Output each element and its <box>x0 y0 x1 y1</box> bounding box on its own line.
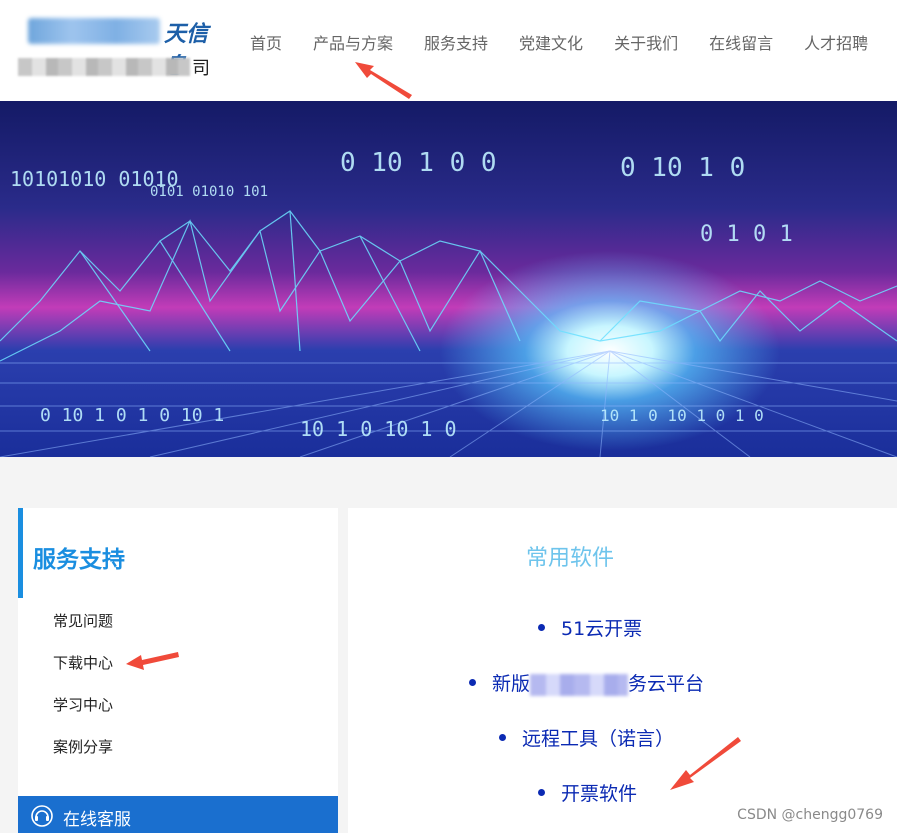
main-nav: 首页 产品与方案 服务支持 党建文化 关于我们 在线留言 人才招聘 <box>250 30 897 54</box>
logo-blurred-text <box>28 18 160 44</box>
online-customer-service-button[interactable]: 在线客服 <box>18 796 338 833</box>
bullet-icon <box>538 789 545 796</box>
download-link-suffix: 务云平台 <box>628 673 705 695</box>
service-sidebar: 服务支持 常见问题 下载中心 学习中心 案例分享 在线客服 <box>18 508 338 833</box>
svg-text:0 10 1 0: 0 10 1 0 <box>620 153 745 183</box>
download-link-remote-tool[interactable]: 远程工具（诺言） <box>499 724 674 751</box>
sidebar-item-learning[interactable]: 学习中心 <box>53 694 113 715</box>
bullet-icon <box>469 679 476 686</box>
sidebar-accent-bar <box>18 508 23 598</box>
svg-text:0 10 1 0 1 0 10 1: 0 10 1 0 1 0 10 1 <box>40 405 224 426</box>
logo-blurred-subtext <box>18 58 190 76</box>
blurred-text <box>530 673 629 696</box>
hero-banner: 10101010 01010 0 10 1 0 0 0 10 1 0 0101 … <box>0 101 897 457</box>
site-header: 天信息 司 首页 产品与方案 服务支持 党建文化 关于我们 在线留言 人才招聘 <box>0 0 897 101</box>
sidebar-item-cases[interactable]: 案例分享 <box>53 736 113 757</box>
bullet-icon <box>538 624 545 631</box>
headset-icon <box>31 805 53 827</box>
svg-text:0101 01010 101: 0101 01010 101 <box>150 184 268 200</box>
nav-about-us[interactable]: 关于我们 <box>614 30 678 54</box>
customer-service-label: 在线客服 <box>63 810 131 830</box>
download-link-new-cloud-platform[interactable]: 新版 务云平台 <box>469 669 704 696</box>
bullet-icon <box>499 734 506 741</box>
banner-art: 10101010 01010 0 10 1 0 0 0 10 1 0 0101 … <box>0 148 897 457</box>
nav-party-culture[interactable]: 党建文化 <box>519 30 583 54</box>
nav-online-message[interactable]: 在线留言 <box>709 30 773 54</box>
sidebar-item-downloads[interactable]: 下载中心 <box>53 652 113 673</box>
company-logo[interactable]: 天信息 司 <box>18 12 218 82</box>
nav-service-support[interactable]: 服务支持 <box>424 30 488 54</box>
svg-text:10 1 0 10 1 0: 10 1 0 10 1 0 <box>300 417 457 441</box>
download-link-51-cloud-invoice[interactable]: 51云开票 <box>538 614 642 641</box>
download-link-prefix: 新版 <box>492 673 531 695</box>
download-link-label: 远程工具（诺言） <box>522 728 675 750</box>
csdn-watermark: CSDN @chengg0769 <box>737 807 883 823</box>
nav-products[interactable]: 产品与方案 <box>313 30 393 54</box>
nav-careers[interactable]: 人才招聘 <box>804 30 868 54</box>
download-link-label: 开票软件 <box>561 783 638 805</box>
svg-text:0 10 1 0 0: 0 10 1 0 0 <box>340 148 497 178</box>
download-link-invoice-software[interactable]: 开票软件 <box>538 779 637 806</box>
sidebar-title: 服务支持 <box>33 547 125 573</box>
section-title: 常用软件 <box>526 546 615 571</box>
sidebar-item-faq[interactable]: 常见问题 <box>53 610 113 631</box>
download-panel: 常用软件 51云开票 新版 务云平台 远程工具（诺言） 开票软件 <box>348 508 897 833</box>
logo-text-line2: 司 <box>192 58 210 79</box>
download-link-label: 51云开票 <box>561 618 643 640</box>
nav-home[interactable]: 首页 <box>250 30 282 54</box>
svg-text:0 1 0 1: 0 1 0 1 <box>700 222 793 247</box>
svg-text:10 1 0 10 1 0 1 0: 10 1 0 10 1 0 1 0 <box>600 406 764 425</box>
